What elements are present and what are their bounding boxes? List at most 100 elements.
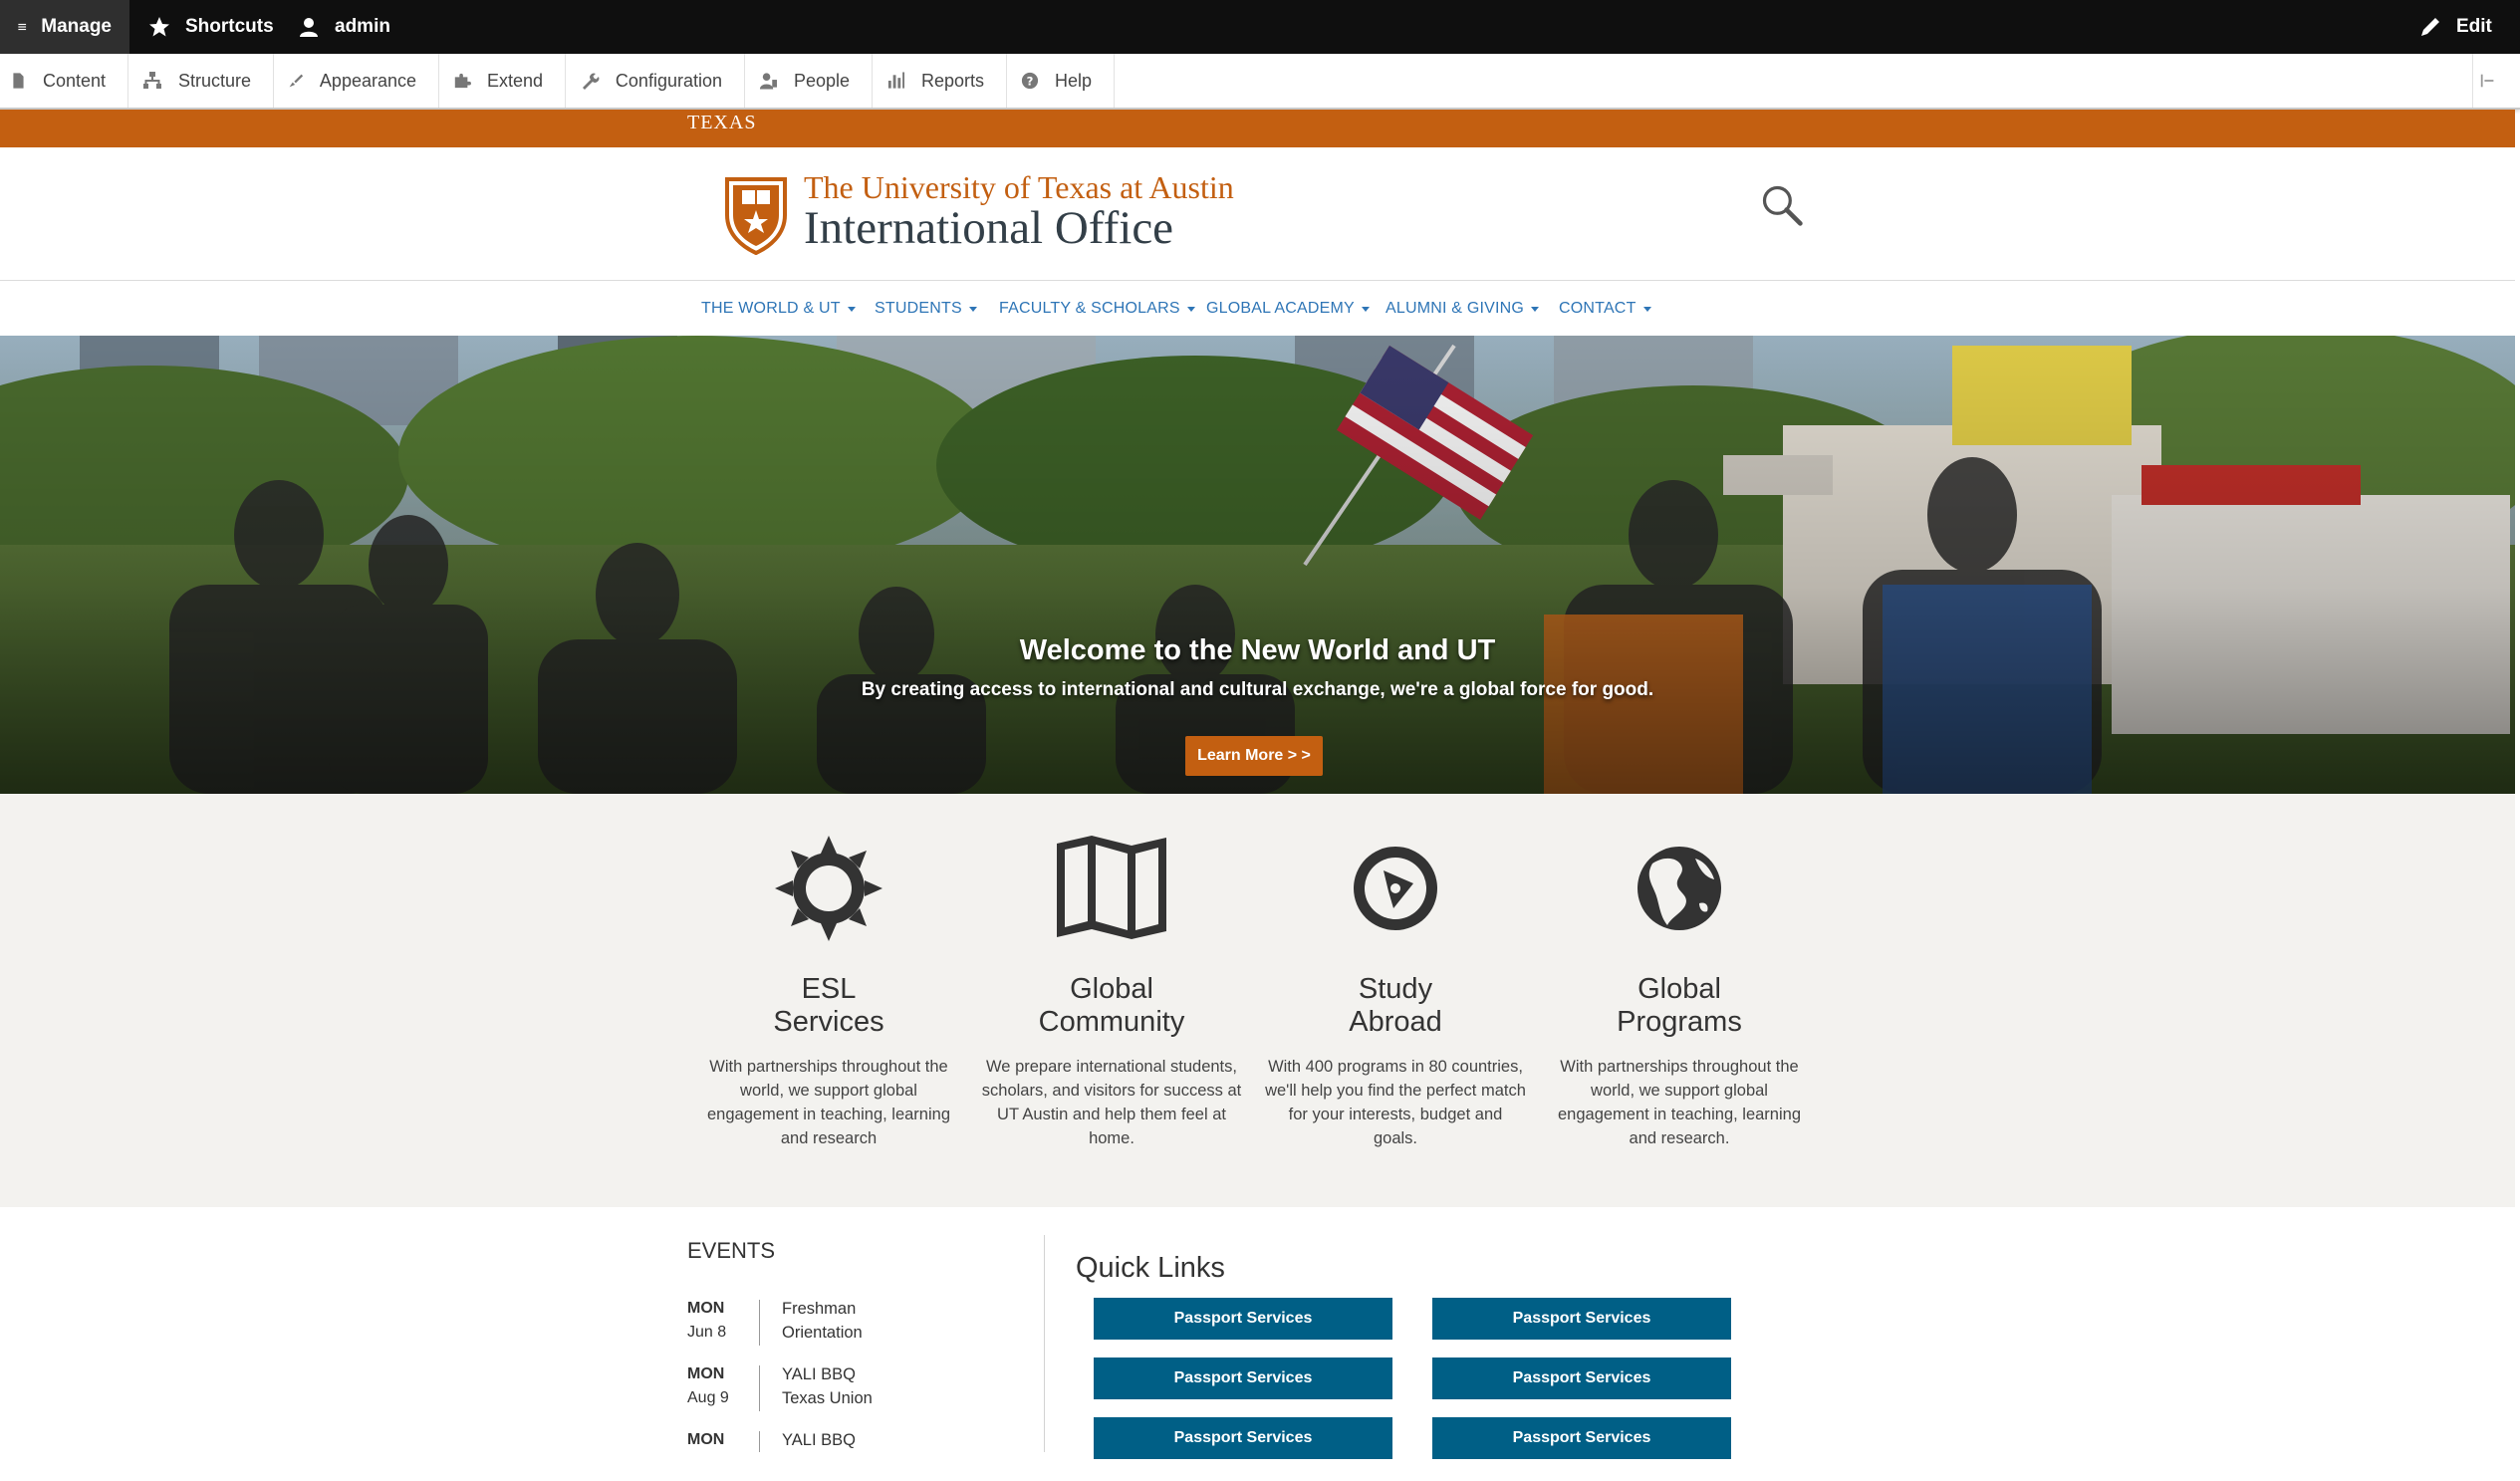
event-item[interactable]: MON Aug 9 YALI BBQ Texas Union [687, 1365, 946, 1415]
event-title: Freshman [782, 1300, 857, 1318]
features-section: ESL Services With partnerships throughou… [0, 794, 2515, 1207]
nav-contact[interactable]: CONTACT [1559, 282, 1651, 336]
admin-tray: Content Structure Appearance Extend Conf… [0, 54, 2520, 110]
shortcuts-label: Shortcuts [185, 16, 274, 37]
feature-esl-services[interactable]: ESL Services With partnerships throughou… [698, 834, 959, 1150]
caret-down-icon [1531, 306, 1540, 312]
tray-orientation-toggle[interactable] [2472, 54, 2502, 108]
feature-title-line-1: ESL [801, 973, 857, 1005]
people-icon [759, 73, 777, 90]
menu-help[interactable]: ? Help [1007, 54, 1115, 108]
feature-title-line-2: Abroad [1349, 1006, 1442, 1038]
feature-global-community[interactable]: Global Community We prepare internationa… [981, 834, 1242, 1150]
event-item[interactable]: MON YALI BBQ [687, 1431, 946, 1481]
learn-more-button[interactable]: Learn More > > [1185, 736, 1323, 776]
nav-global-academy[interactable]: GLOBAL ACADEMY [1206, 282, 1370, 336]
event-date: Jun 8 [687, 1324, 727, 1341]
puzzle-icon [454, 73, 471, 89]
menu-configuration[interactable]: Configuration [566, 54, 745, 108]
quick-link-button[interactable]: Passport Services [1094, 1417, 1392, 1459]
menu-content[interactable]: Content [0, 54, 128, 108]
feature-title-line-2: Community [1038, 1006, 1185, 1038]
event-location: Texas Union [782, 1389, 873, 1407]
nav-world-and-ut[interactable]: THE WORLD & UT [701, 282, 856, 336]
nav-label: CONTACT [1559, 300, 1637, 317]
sitemap-icon [142, 72, 161, 89]
menu-people[interactable]: People [745, 54, 873, 108]
edit-button[interactable]: Edit [2400, 0, 2510, 54]
quick-link-button[interactable]: Passport Services [1094, 1358, 1392, 1399]
feature-title: Global Programs [1549, 973, 1810, 1039]
nav-label: STUDENTS [875, 300, 962, 317]
edit-label: Edit [2456, 16, 2492, 37]
quick-link-button[interactable]: Passport Services [1432, 1417, 1731, 1459]
feature-title: ESL Services [698, 973, 959, 1039]
office-name[interactable]: International Office [804, 201, 1173, 255]
help-icon: ? [1021, 72, 1039, 90]
caret-down-icon [1186, 306, 1195, 312]
feature-title-line-1: Study [1358, 973, 1433, 1005]
menu-label: Content [42, 70, 106, 91]
main-navigation: THE WORLD & UT STUDENTS FACULTY & SCHOLA… [0, 282, 2515, 336]
wrench-icon [582, 73, 600, 90]
user-button[interactable]: admin [279, 0, 408, 54]
nav-label: FACULTY & SCHOLARS [999, 300, 1180, 317]
quick-link-button[interactable]: Passport Services [1094, 1298, 1392, 1340]
nav-label: GLOBAL ACADEMY [1206, 300, 1355, 317]
menu-label: Help [1054, 70, 1092, 91]
user-label: admin [335, 16, 390, 37]
hero-photo [0, 336, 2515, 794]
texas-wordmark[interactable]: TEXAS [687, 112, 756, 134]
manage-button[interactable]: Manage [0, 0, 129, 54]
manage-label: Manage [41, 16, 112, 37]
column-divider [1044, 1235, 1045, 1452]
search-icon [1762, 185, 1803, 226]
event-day: MON [687, 1365, 725, 1382]
admin-toolbar: Manage Shortcuts admin Edit [0, 0, 2520, 54]
nav-alumni-giving[interactable]: ALUMNI & GIVING [1386, 282, 1540, 336]
hamburger-icon [18, 23, 27, 31]
event-title-line-2: Orientation [782, 1324, 863, 1342]
hero-banner: Welcome to the New World and UT By creat… [0, 336, 2515, 794]
menu-label: Extend [486, 70, 543, 91]
menu-appearance[interactable]: Appearance [274, 54, 439, 108]
menu-label: Structure [177, 70, 251, 91]
nav-label: THE WORLD & UT [701, 300, 841, 317]
document-icon [13, 73, 24, 89]
shortcuts-button[interactable]: Shortcuts [129, 0, 292, 54]
event-title: YALI BBQ [782, 1365, 856, 1383]
nav-students[interactable]: STUDENTS [875, 282, 977, 336]
search-button[interactable] [1755, 175, 1809, 235]
event-title: YALI BBQ [782, 1431, 856, 1449]
feature-study-abroad[interactable]: Study Abroad With 400 programs in 80 cou… [1265, 834, 1526, 1150]
menu-label: Appearance [319, 70, 416, 91]
site-header: The University of Texas at Austin Intern… [0, 147, 2515, 281]
pencil-icon [2421, 18, 2439, 36]
map-icon [1057, 836, 1166, 939]
ut-shield-icon[interactable] [723, 175, 789, 255]
star-icon [149, 17, 169, 37]
feature-title-line-2: Services [773, 1006, 884, 1038]
quick-link-button[interactable]: Passport Services [1432, 1358, 1731, 1399]
feature-global-programs[interactable]: Global Programs With partnerships throug… [1549, 834, 1810, 1150]
quick-link-button[interactable]: Passport Services [1432, 1298, 1731, 1340]
compass-icon [1354, 847, 1437, 930]
menu-structure[interactable]: Structure [128, 54, 274, 108]
event-day: MON [687, 1431, 725, 1448]
nav-faculty-scholars[interactable]: FACULTY & SCHOLARS [999, 282, 1195, 336]
menu-reports[interactable]: Reports [873, 54, 1007, 108]
menu-label: People [793, 70, 850, 91]
event-divider [759, 1431, 760, 1452]
caret-down-icon [1642, 306, 1651, 312]
menu-extend[interactable]: Extend [439, 54, 566, 108]
hero-subtitle: By creating access to international and … [861, 679, 1654, 700]
caret-down-icon [847, 306, 856, 312]
caret-down-icon [968, 306, 977, 312]
texas-brand-bar: TEXAS [0, 110, 2515, 147]
event-item[interactable]: MON Jun 8 Freshman Orientation [687, 1300, 946, 1350]
feature-title-line-2: Programs [1617, 1006, 1742, 1038]
paintbrush-icon [289, 74, 304, 88]
svg-text:?: ? [1027, 74, 1034, 88]
feature-title: Study Abroad [1265, 973, 1526, 1039]
feature-description: We prepare international students, schol… [981, 1058, 1242, 1147]
